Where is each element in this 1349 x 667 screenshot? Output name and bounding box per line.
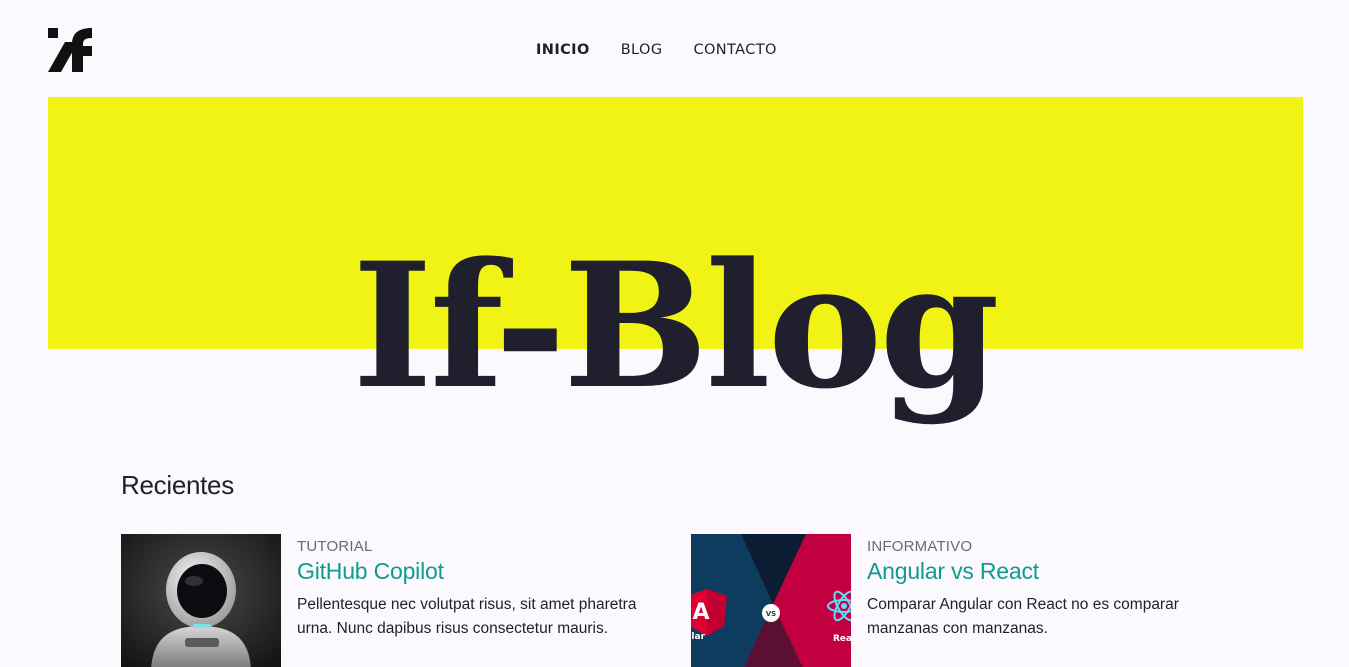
post-excerpt: Comparar Angular con React no es compara… [867,596,1179,637]
page: INICIO BLOG CONTACTO If-Blog Recientes T… [0,0,1349,667]
post-category: TUTORIAL [297,538,373,555]
angular-caption: ular [691,632,706,642]
angular-vs-react-image[interactable]: A ular VS Reac [691,534,851,667]
post-card-github-copilot[interactable]: TUTORIAL GitHub Copilot Pellentesque nec… [121,534,637,667]
hero-title: If-Blog [352,224,999,427]
nav-blog[interactable]: BLOG [621,42,663,58]
vs-caption: VS [766,610,776,618]
section-title-recent: Recientes [121,470,234,500]
svg-text:A: A [692,600,709,625]
nav-inicio[interactable]: INICIO [536,42,590,58]
post-title-link[interactable]: GitHub Copilot [297,558,637,585]
main-nav: INICIO BLOG CONTACTO [536,42,777,58]
post-title-link[interactable]: Angular vs React [867,558,1207,585]
post-card-angular-vs-react[interactable]: A ular VS Reac INFORMATIVO Angular vs Re… [691,534,1207,667]
if-logo-icon[interactable] [48,28,92,72]
post-excerpt: Pellentesque nec volutpat risus, sit ame… [297,596,637,637]
react-caption: Reac [833,634,851,644]
nav-contacto[interactable]: CONTACTO [693,42,776,58]
post-category: INFORMATIVO [867,538,973,555]
robot-astronaut-image[interactable] [121,534,281,667]
